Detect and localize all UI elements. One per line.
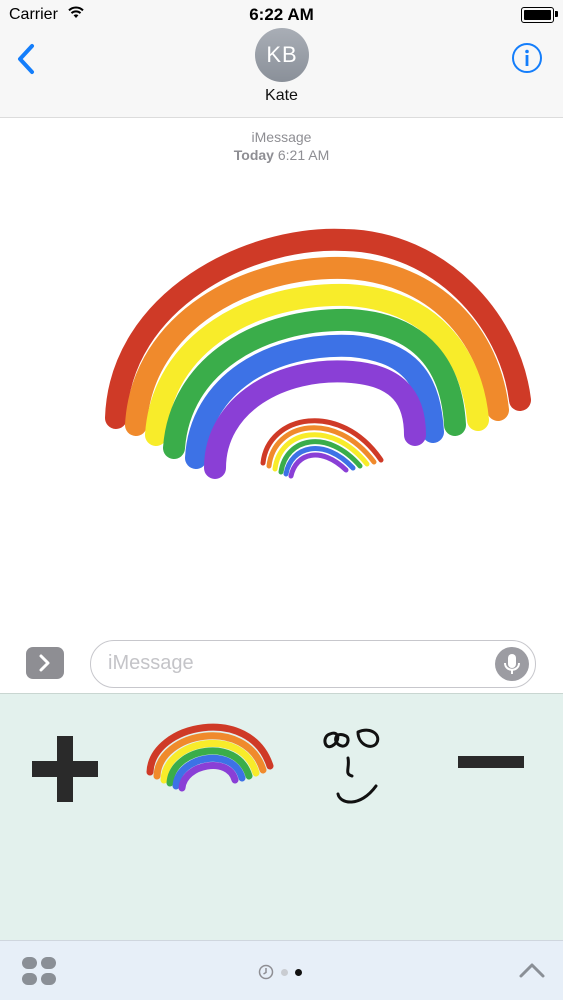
- face-sticker[interactable]: [318, 716, 390, 816]
- contact-name[interactable]: Kate: [0, 87, 563, 105]
- app-drawer-icon: [22, 957, 56, 985]
- page-indicator[interactable]: [258, 963, 302, 981]
- minus-sticker[interactable]: [456, 752, 526, 772]
- microphone-icon: [504, 654, 520, 674]
- status-time: 6:22 AM: [249, 5, 314, 24]
- microphone-button[interactable]: [495, 647, 529, 681]
- conversation-header: KB Kate: [0, 28, 563, 118]
- back-button[interactable]: [10, 40, 44, 78]
- message-timestamp: Today 6:21 AM: [0, 147, 563, 163]
- app-drawer-button[interactable]: [20, 955, 58, 987]
- page-dot-2[interactable]: [281, 968, 288, 976]
- rainbow-sticker[interactable]: [140, 704, 280, 794]
- plus-sticker[interactable]: [30, 734, 100, 804]
- rainbow-drawing-message[interactable]: [100, 220, 540, 490]
- page-dot-3-active[interactable]: [295, 968, 302, 976]
- expand-button[interactable]: [517, 959, 547, 981]
- timestamp-time: 6:21 AM: [277, 147, 330, 163]
- service-label: iMessage: [251, 129, 312, 145]
- info-button[interactable]: [511, 42, 543, 74]
- chevron-right-icon: [39, 654, 50, 672]
- status-bar: Carrier 6:22 AM: [0, 0, 563, 30]
- timestamp-day: Today: [233, 147, 274, 163]
- recents-clock-icon[interactable]: [258, 964, 274, 980]
- chevron-left-icon: [18, 44, 34, 74]
- battery-tip: [555, 11, 558, 17]
- message-input[interactable]: [108, 652, 488, 675]
- contact-avatar[interactable]: KB: [255, 28, 309, 82]
- battery-icon: [521, 7, 554, 23]
- sticker-tray: [0, 693, 563, 940]
- app-bottom-bar: [0, 940, 563, 1000]
- apps-toggle-button[interactable]: [26, 647, 64, 679]
- message-compose-field[interactable]: [90, 640, 536, 688]
- chevron-up-icon: [519, 963, 545, 978]
